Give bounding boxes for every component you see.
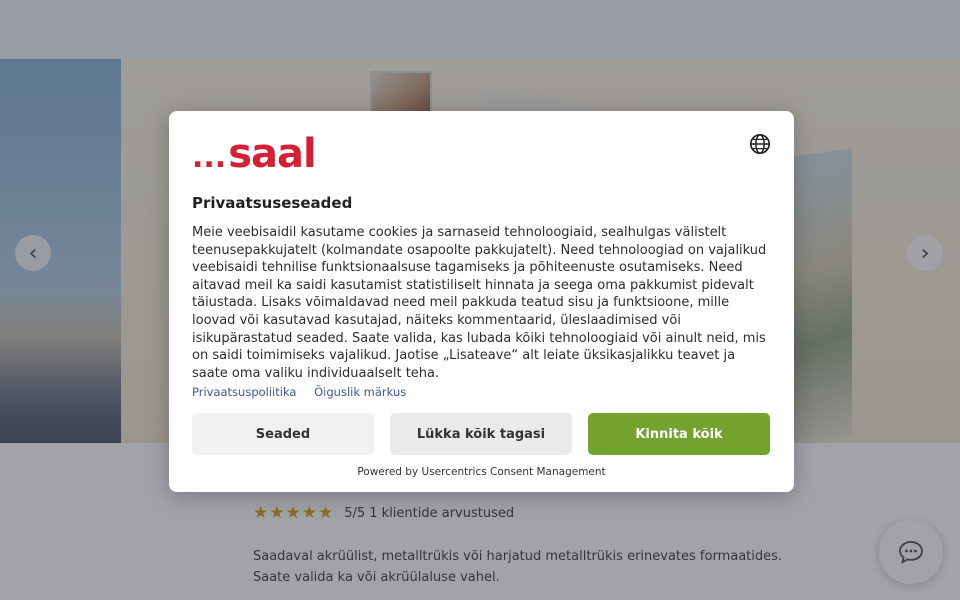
- reject-all-button[interactable]: Lükka kõik tagasi: [390, 413, 572, 455]
- globe-icon[interactable]: [749, 133, 771, 155]
- consent-dialog: ... saal Privaatsuseseaded Meie veebisai…: [169, 111, 794, 492]
- legal-notice-link[interactable]: Õiguslik märkus: [314, 385, 406, 399]
- consent-links: Privaatsuspoliitika Õiguslik märkus: [192, 385, 420, 399]
- saal-logo: ... saal: [192, 131, 317, 177]
- consent-title: Privaatsuseseaded: [192, 194, 353, 212]
- privacy-policy-link[interactable]: Privaatsuspoliitika: [192, 385, 296, 399]
- accept-all-button[interactable]: Kinnita kõik: [588, 413, 770, 455]
- consent-body-text: Meie veebisaidil kasutame cookies ja sar…: [192, 225, 767, 381]
- settings-button[interactable]: Seaded: [192, 413, 374, 455]
- powered-by-text: Powered by Usercentrics Consent Manageme…: [357, 466, 606, 478]
